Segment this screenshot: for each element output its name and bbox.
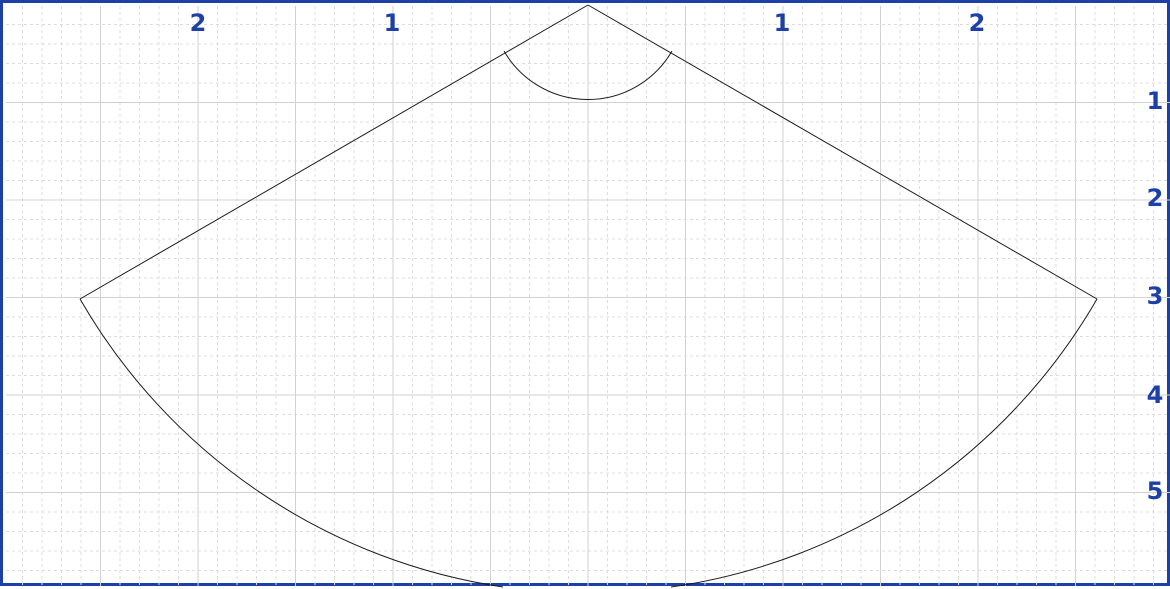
grid <box>6 6 1170 586</box>
top-label-left-1: 1 <box>384 9 401 37</box>
diagram-canvas: 2 1 1 2 1 2 3 4 5 <box>0 0 1170 588</box>
top-label-right-1: 1 <box>774 9 791 37</box>
right-slant-edge <box>587 4 1098 300</box>
cone-net-diagram: 2 1 1 2 1 2 3 4 5 <box>6 4 1170 588</box>
right-label-4: 4 <box>1147 381 1164 409</box>
top-label-left-2: 2 <box>190 9 207 37</box>
right-label-1: 1 <box>1147 87 1164 115</box>
right-label-3: 3 <box>1147 282 1164 310</box>
right-label-2: 2 <box>1147 184 1164 212</box>
right-label-5: 5 <box>1147 477 1164 505</box>
top-label-right-2: 2 <box>969 9 986 37</box>
